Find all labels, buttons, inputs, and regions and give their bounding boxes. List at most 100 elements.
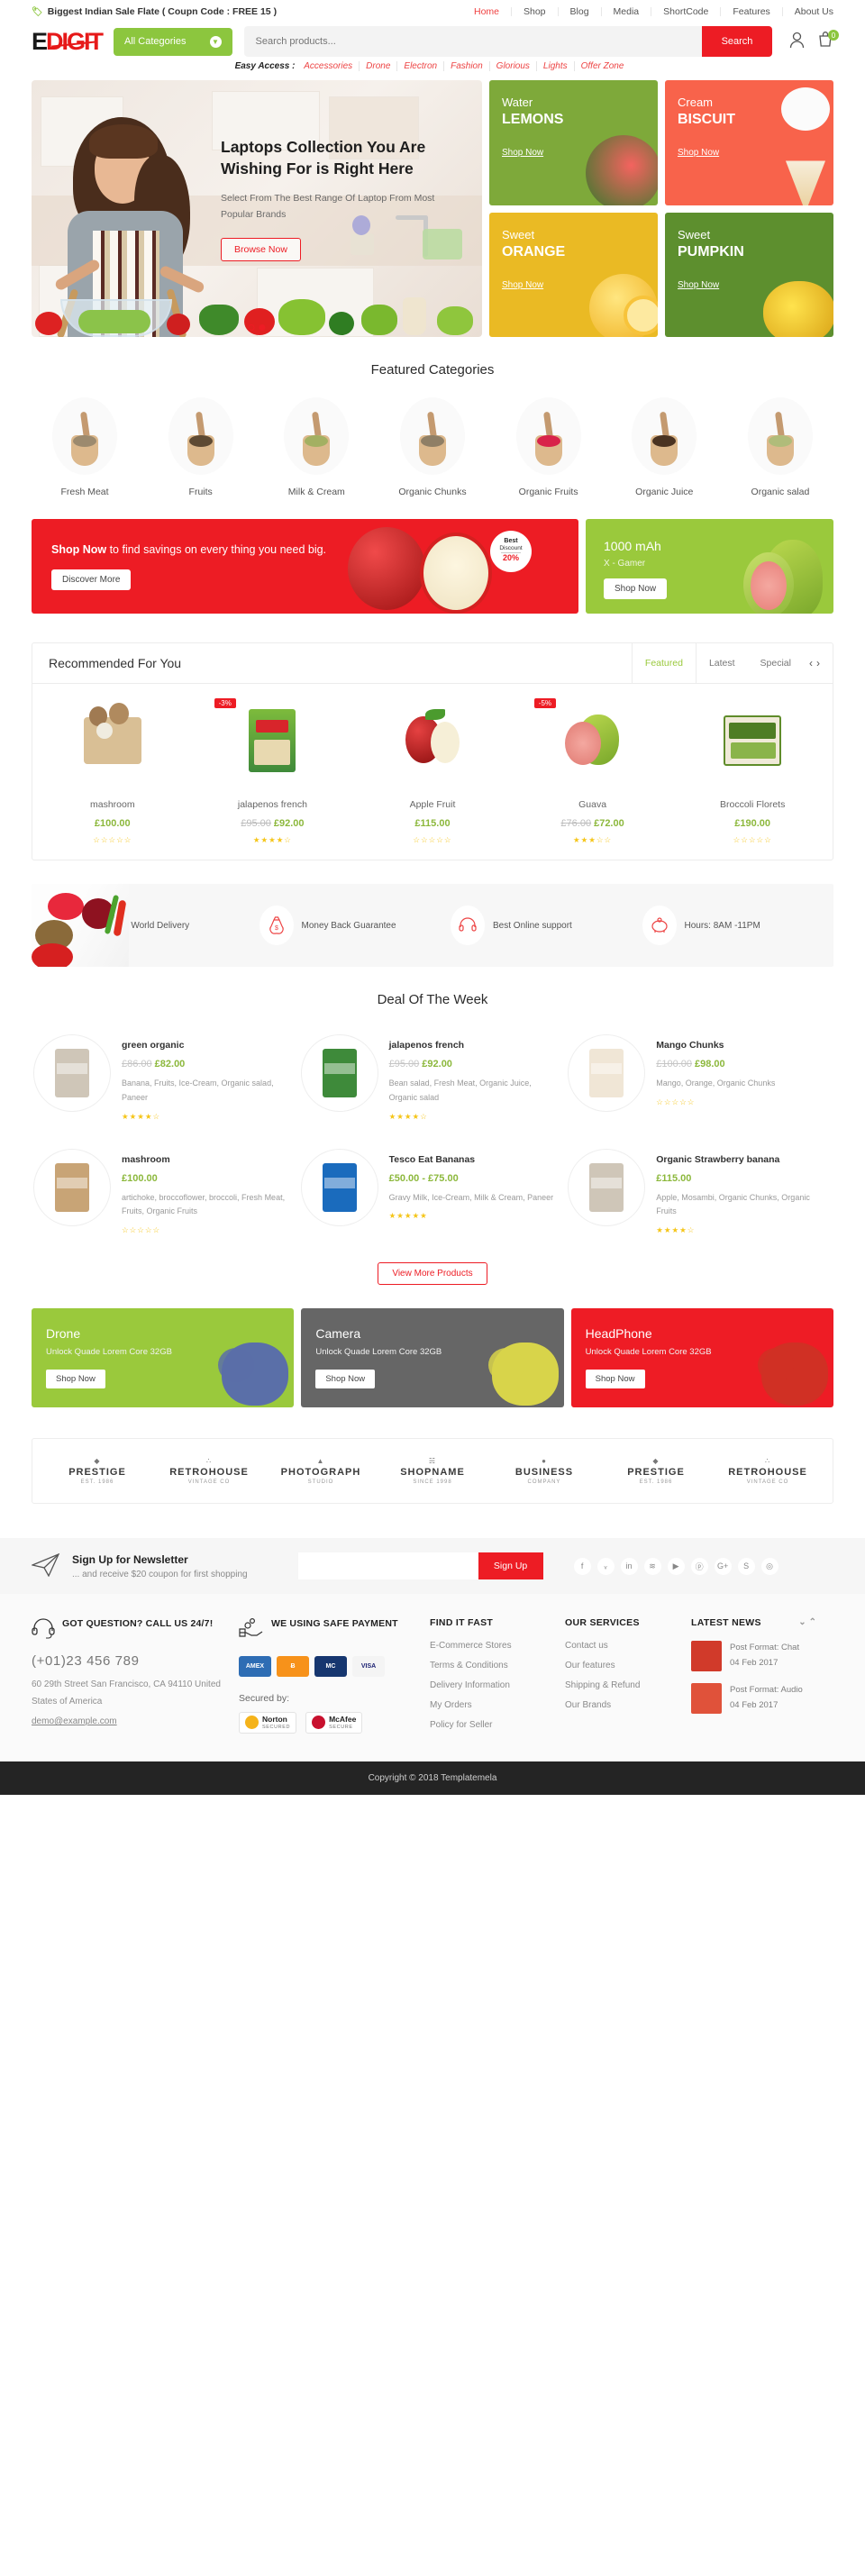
- category-banner-drone[interactable]: Drone Unlock Quade Lorem Core 32GB Shop …: [32, 1308, 295, 1407]
- category-banner-camera[interactable]: Camera Unlock Quade Lorem Core 32GB Shop…: [301, 1308, 564, 1407]
- product-card[interactable]: Broccoli Florets £190.00 ☆☆☆☆☆: [672, 702, 833, 845]
- hero-browse-button[interactable]: Browse Now: [221, 237, 301, 261]
- deal-card[interactable]: Tesco Eat Bananas £50.00 - £75.00 Gravy …: [299, 1142, 567, 1256]
- brand-mark: ●: [542, 1457, 547, 1465]
- nav-item-about-us[interactable]: About Us: [783, 7, 833, 17]
- search-input[interactable]: [243, 36, 702, 47]
- banner-shop-now-button[interactable]: Shop Now: [315, 1369, 376, 1388]
- hero-banner[interactable]: Laptops Collection You Are Wishing For i…: [32, 80, 482, 337]
- tab-special[interactable]: Special: [748, 643, 804, 683]
- news-item[interactable]: Post Format: Audio 04 Feb 2017: [691, 1683, 819, 1714]
- footer-link[interactable]: Contact us: [565, 1641, 677, 1651]
- social-icon[interactable]: S: [737, 1557, 755, 1575]
- banner-shop-now-button[interactable]: Shop Now: [46, 1369, 105, 1388]
- carousel-dot-2[interactable]: [259, 324, 266, 331]
- nav-item-blog[interactable]: Blog: [559, 7, 602, 16]
- newsletter-email-input[interactable]: [297, 1552, 478, 1579]
- footer-link[interactable]: Terms & Conditions: [430, 1661, 551, 1670]
- category-banner-headphone[interactable]: HeadPhone Unlock Quade Lorem Core 32GB S…: [570, 1308, 833, 1407]
- news-item[interactable]: Post Format: Chat 04 Feb 2017: [691, 1641, 819, 1671]
- news-nav-arrows[interactable]: ⌄⌃: [798, 1617, 819, 1627]
- brand-logo[interactable]: ● BUSINESS COMPANY: [499, 1457, 589, 1485]
- discount-banner[interactable]: Shop Now to find savings on every thing …: [32, 519, 578, 614]
- nav-item-shop[interactable]: Shop: [512, 7, 559, 16]
- easy-access-lights[interactable]: Lights: [536, 61, 575, 71]
- brand-logo[interactable]: ▲ PHOTOGRAPH STUDIO: [276, 1457, 366, 1485]
- category-organic-salad[interactable]: Organic salad: [727, 397, 833, 497]
- promo-shop-now-link[interactable]: Shop Now: [678, 148, 719, 158]
- logo[interactable]: EDIGIT: [32, 29, 104, 54]
- contact-email[interactable]: demo@example.com: [32, 1716, 117, 1726]
- hero-carousel-dots[interactable]: [248, 324, 266, 331]
- footer-link[interactable]: E-Commerce Stores: [430, 1641, 551, 1651]
- social-icon[interactable]: f: [573, 1557, 591, 1575]
- deal-card[interactable]: green organic £86.00 £82.00 Banana, Fruit…: [32, 1027, 299, 1142]
- brand-logo[interactable]: ☵ SHOPNAME SINCE 1998: [387, 1457, 478, 1485]
- product-card[interactable]: -5% Guava £76.00 £72.00 ★★★☆☆: [513, 698, 673, 845]
- social-icon[interactable]: in: [620, 1557, 638, 1575]
- footer-link[interactable]: Our features: [565, 1661, 677, 1670]
- social-icon[interactable]: ◎: [760, 1557, 778, 1575]
- nav-item-features[interactable]: Features: [721, 7, 783, 16]
- carousel-next-arrow[interactable]: ›: [816, 657, 820, 669]
- social-icon[interactable]: G+: [714, 1557, 732, 1575]
- category-organic-juice[interactable]: Organic Juice: [611, 397, 717, 497]
- easy-access-accessories[interactable]: Accessories: [297, 61, 360, 71]
- promo-card-lemons[interactable]: Water LEMONS Shop Now: [489, 80, 658, 205]
- social-icon[interactable]: ≋: [643, 1557, 661, 1575]
- product-card[interactable]: -3% jalapenos french £95.00 £92.00 ★★★★☆: [193, 698, 353, 845]
- nav-item-home[interactable]: Home: [462, 7, 512, 16]
- product-card[interactable]: Apple Fruit £115.00 ☆☆☆☆☆: [352, 702, 513, 845]
- category-label: Organic Juice: [635, 487, 694, 497]
- deal-card[interactable]: Organic Strawberry banana £115.00 Apple,…: [566, 1142, 833, 1256]
- category-organic-chunks[interactable]: Organic Chunks: [379, 397, 486, 497]
- footer-link[interactable]: Our Brands: [565, 1700, 677, 1710]
- product-card[interactable]: mashroom £100.00 ☆☆☆☆☆: [32, 702, 193, 845]
- social-icon[interactable]: ⓟ: [690, 1557, 708, 1575]
- category-milk-cream[interactable]: Milk & Cream: [263, 397, 369, 497]
- tab-featured[interactable]: Featured: [631, 643, 697, 683]
- category-fresh-meat[interactable]: Fresh Meat: [32, 397, 138, 497]
- footer-link[interactable]: Policy for Seller: [430, 1720, 551, 1730]
- social-icon[interactable]: ▶: [667, 1557, 685, 1575]
- brand-logo[interactable]: ∴ RETROHOUSE VINTAGE CO: [723, 1457, 813, 1485]
- promo-shop-now-link[interactable]: Shop Now: [678, 280, 719, 290]
- footer-link[interactable]: Delivery Information: [430, 1680, 551, 1690]
- easy-access-offer-zone[interactable]: Offer Zone: [575, 61, 631, 71]
- carousel-dot-1[interactable]: [248, 324, 255, 331]
- social-icon[interactable]: ᵥ: [596, 1557, 615, 1575]
- easy-access-fashion[interactable]: Fashion: [444, 61, 490, 71]
- easy-access-electron[interactable]: Electron: [397, 61, 445, 71]
- mah-shop-button[interactable]: Shop Now: [604, 578, 668, 599]
- carousel-prev-arrow[interactable]: ‹: [809, 657, 813, 669]
- brand-logo[interactable]: ◆ PRESTIGE EST. 1986: [52, 1457, 142, 1485]
- easy-access-glorious[interactable]: Glorious: [489, 61, 537, 71]
- discover-more-button[interactable]: Discover More: [51, 569, 132, 591]
- deal-card[interactable]: mashroom £100.00 artichoke, broccoflower…: [32, 1142, 299, 1256]
- footer-link[interactable]: My Orders: [430, 1700, 551, 1710]
- search-button[interactable]: Search: [702, 26, 772, 57]
- category-organic-fruits[interactable]: Organic Fruits: [496, 397, 602, 497]
- promo-shop-now-link[interactable]: Shop Now: [502, 280, 543, 290]
- deal-card[interactable]: Mango Chunks £100.00 £98.00 Mango, Orange…: [566, 1027, 833, 1142]
- newsletter-signup-button[interactable]: Sign Up: [478, 1552, 543, 1579]
- nav-item-media[interactable]: Media: [602, 7, 652, 16]
- nav-item-shortcode[interactable]: ShortCode: [651, 7, 722, 16]
- promo-card-pumpkin[interactable]: Sweet PUMPKIN Shop Now: [665, 212, 833, 337]
- view-more-products-button[interactable]: View More Products: [378, 1262, 487, 1285]
- mah-banner[interactable]: 1000 mAh X - Gamer Shop Now: [586, 519, 833, 614]
- category-fruits[interactable]: Fruits: [148, 397, 254, 497]
- footer-link[interactable]: Shipping & Refund: [565, 1680, 677, 1690]
- brand-logo[interactable]: ◆ PRESTIGE EST. 1986: [611, 1457, 701, 1485]
- category-dropdown[interactable]: All Categories ▼: [114, 27, 232, 56]
- cart-icon[interactable]: 0: [817, 30, 839, 51]
- easy-access-drone[interactable]: Drone: [360, 61, 398, 71]
- promo-card-biscuit[interactable]: Cream BISCUIT Shop Now: [665, 80, 833, 205]
- promo-card-orange[interactable]: Sweet ORANGE Shop Now: [489, 212, 658, 337]
- banner-shop-now-button[interactable]: Shop Now: [585, 1369, 645, 1388]
- promo-shop-now-link[interactable]: Shop Now: [502, 148, 543, 158]
- account-icon[interactable]: [789, 32, 805, 51]
- brand-logo[interactable]: ∴ RETROHOUSE VINTAGE CO: [164, 1457, 254, 1485]
- tab-latest[interactable]: Latest: [697, 643, 748, 683]
- deal-card[interactable]: jalapenos french £95.00 £92.00 Bean salad…: [299, 1027, 567, 1142]
